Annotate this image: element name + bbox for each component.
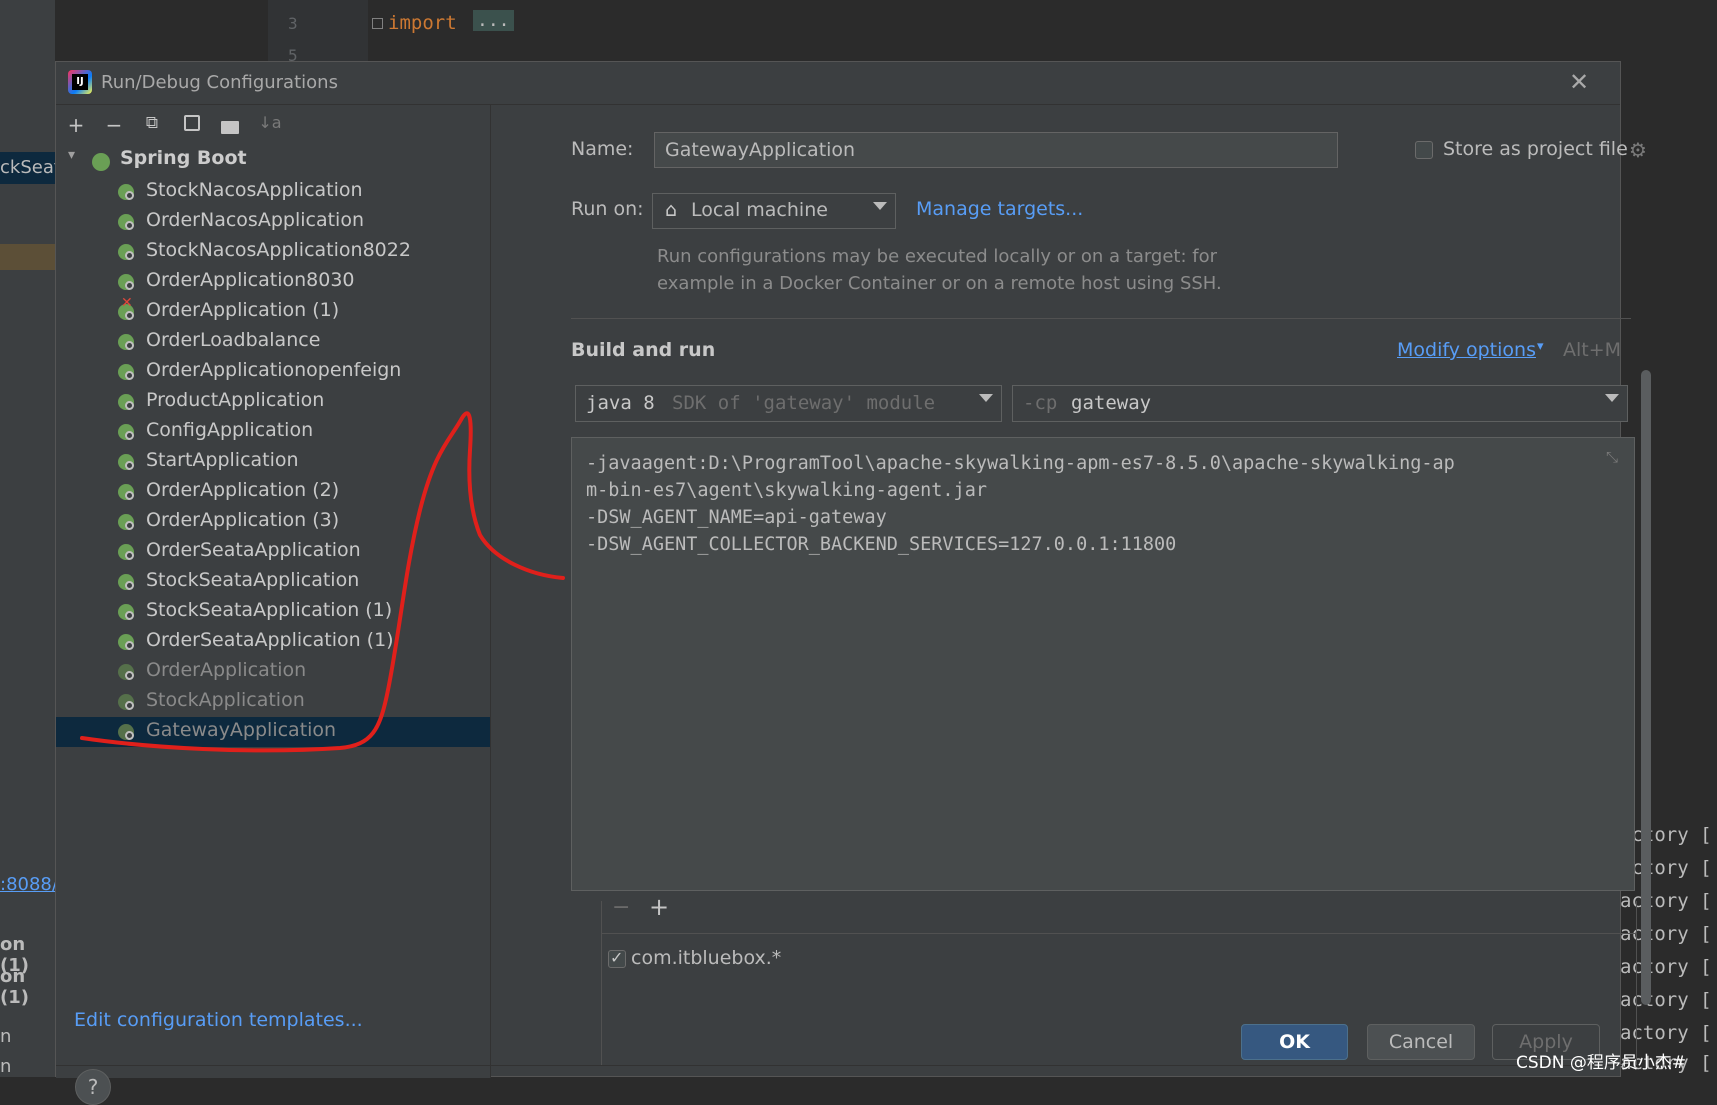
csdn-watermark: CSDN @程序员小杰#: [1516, 1053, 1687, 1073]
red-annotation-stroke: [80, 411, 565, 753]
